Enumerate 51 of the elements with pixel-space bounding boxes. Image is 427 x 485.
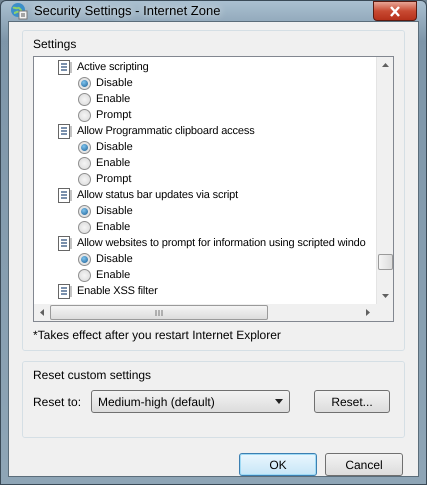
- script-icon: [58, 60, 74, 74]
- script-icon: [58, 236, 74, 250]
- scroll-right-icon[interactable]: [366, 309, 370, 316]
- radio-option[interactable]: Enable: [58, 219, 376, 235]
- radio-option[interactable]: Disable: [58, 203, 376, 219]
- ok-button[interactable]: OK: [239, 453, 317, 476]
- window-title: Security Settings - Internet Zone: [34, 2, 220, 20]
- reset-level-dropdown[interactable]: Medium-high (default): [91, 390, 290, 413]
- radio-button[interactable]: [78, 204, 91, 218]
- close-button[interactable]: [373, 1, 417, 21]
- group-title: Settings: [33, 36, 78, 53]
- reset-button[interactable]: Reset...: [314, 390, 390, 413]
- caret-icon: [275, 399, 283, 404]
- radio-option[interactable]: Prompt: [58, 171, 376, 187]
- vertical-scrollbar[interactable]: [376, 57, 393, 304]
- radio-button[interactable]: [78, 156, 91, 170]
- horizontal-scrollbar[interactable]: [34, 304, 376, 321]
- close-icon: [389, 6, 401, 16]
- radio-option[interactable]: Disable: [58, 251, 376, 267]
- setting-label: Active scripting: [77, 60, 149, 75]
- setting-label: Allow websites to prompt for information using scripted windo: [77, 236, 366, 251]
- radio-button[interactable]: [78, 108, 91, 122]
- scroll-thumb[interactable]: [378, 254, 392, 270]
- reset-to-label: Reset to:: [33, 394, 82, 410]
- radio-option[interactable]: Disable: [58, 139, 376, 155]
- script-icon: [58, 284, 74, 298]
- scroll-up-icon[interactable]: [382, 63, 388, 67]
- script-icon: [58, 188, 74, 202]
- radio-button[interactable]: [78, 76, 91, 90]
- radio-button[interactable]: [78, 92, 91, 106]
- radio-button[interactable]: [78, 252, 91, 266]
- setting-label: Allow Programmatic clipboard access: [77, 124, 255, 139]
- radio-option[interactable]: Enable: [58, 155, 376, 171]
- radio-option[interactable]: Enable: [58, 267, 376, 283]
- group-title: Reset custom settings: [33, 367, 152, 384]
- radio-button[interactable]: [78, 140, 91, 154]
- restart-note: *Takes effect after you restart Internet Explorer: [33, 327, 282, 344]
- radio-button[interactable]: [78, 220, 91, 234]
- grip-icon: [155, 310, 163, 316]
- script-icon: [58, 124, 74, 138]
- radio-button[interactable]: [78, 268, 91, 282]
- radio-option[interactable]: Disable: [58, 75, 376, 91]
- cancel-button[interactable]: Cancel: [325, 453, 403, 476]
- radio-button[interactable]: [78, 172, 91, 186]
- radio-option[interactable]: Enable: [58, 91, 376, 107]
- setting-label: Enable XSS filter: [77, 284, 158, 299]
- radio-option[interactable]: Prompt: [58, 107, 376, 123]
- scroll-left-icon[interactable]: [40, 309, 44, 316]
- scroll-down-icon[interactable]: [382, 294, 388, 298]
- setting-label: Allow status bar updates via script: [77, 188, 238, 203]
- scroll-thumb[interactable]: [50, 305, 268, 320]
